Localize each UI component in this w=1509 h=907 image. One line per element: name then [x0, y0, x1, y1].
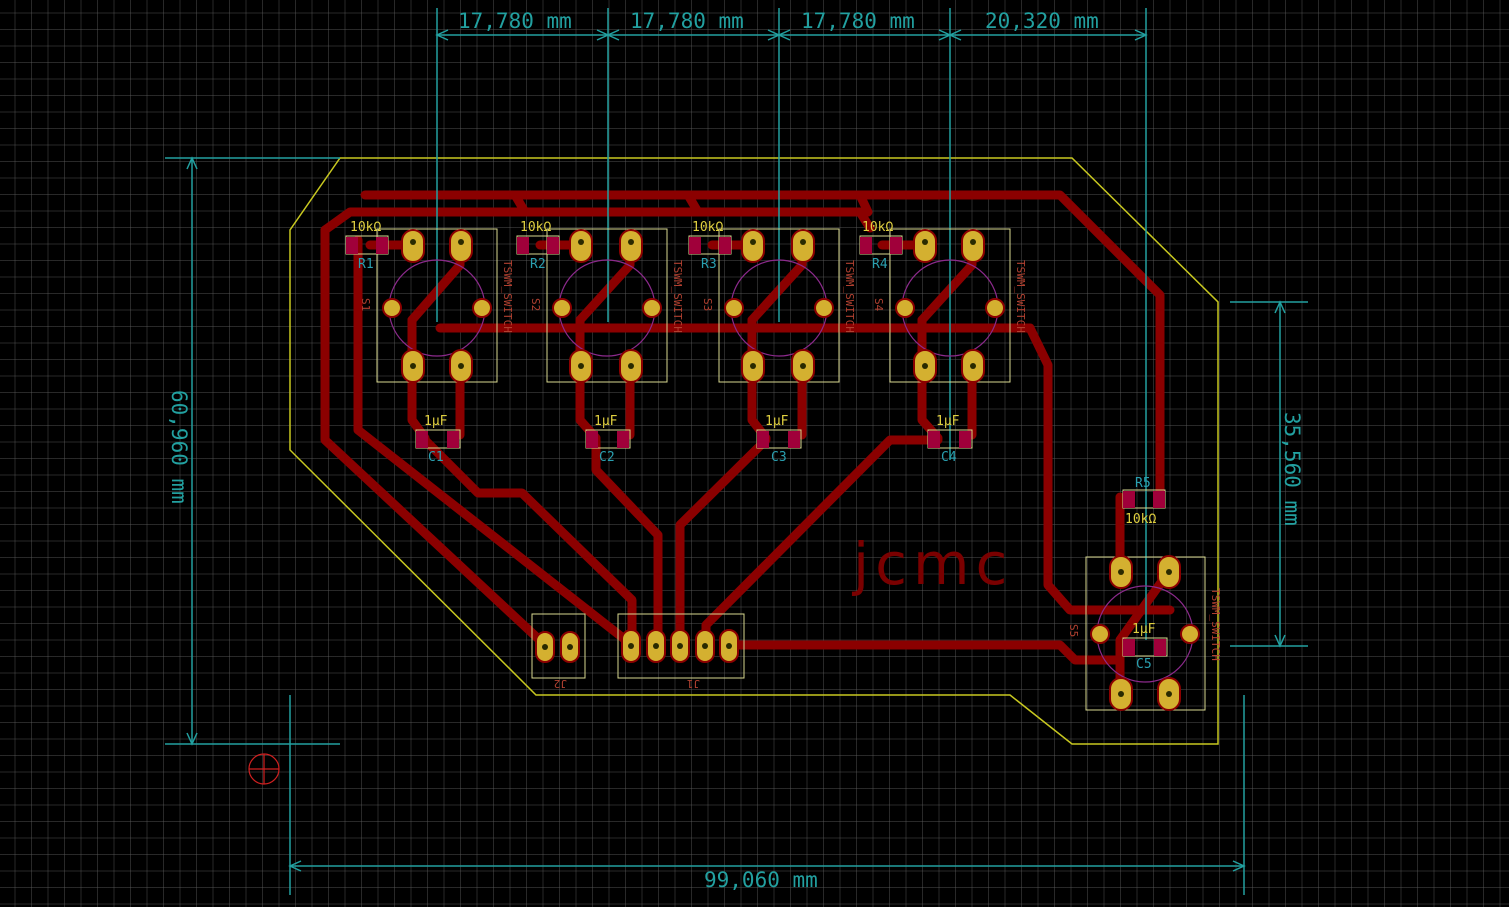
- dim-top-4: 20,320 mm: [985, 9, 1099, 33]
- resistor-r4-ref: R4: [872, 257, 888, 272]
- resistor-r2-ref: R2: [530, 257, 546, 272]
- capacitor-c3[interactable]: 1µF C3: [756, 414, 802, 465]
- switch-s2-ref: S2: [529, 298, 542, 311]
- dim-top-1: 17,780 mm: [458, 9, 572, 33]
- switch-s4-ref: S4: [872, 298, 885, 312]
- origin-marker-icon[interactable]: [248, 753, 280, 785]
- connector-j2-ref: J2: [554, 677, 567, 690]
- capacitor-c4-ref: C4: [941, 450, 957, 465]
- resistor-r2-value: 10kΩ: [520, 220, 551, 235]
- capacitor-c5-value: 1µF: [1132, 622, 1156, 637]
- logo-text: jcmc: [851, 530, 1013, 598]
- switch-s2-value: TSWM_SWITCH: [671, 260, 684, 333]
- switch-s3-value: TSWM_SWITCH: [843, 260, 856, 333]
- switch-s4-value: TSWM_SWITCH: [1014, 260, 1027, 333]
- switch-s3-ref: S3: [701, 298, 714, 311]
- capacitor-c2-ref: C2: [599, 450, 615, 465]
- dim-top-3: 17,780 mm: [801, 9, 915, 33]
- capacitor-c5-ref: C5: [1136, 657, 1152, 672]
- capacitor-c2-value: 1µF: [594, 414, 618, 429]
- switch-s5-value: TSWM_SWITCH: [1209, 588, 1222, 661]
- capacitor-c3-value: 1µF: [765, 414, 789, 429]
- pcb-layout[interactable]: 17,780 mm 17,780 mm 17,780 mm 20,320 mm …: [0, 0, 1509, 907]
- resistor-r1-ref: R1: [358, 257, 374, 272]
- resistor-r5-value: 10kΩ: [1125, 512, 1156, 527]
- capacitor-c4-value: 1µF: [936, 414, 960, 429]
- resistor-r4-value: 10kΩ: [862, 220, 893, 235]
- resistor-r1-value: 10kΩ: [350, 220, 381, 235]
- capacitor-c1[interactable]: 1µF C1: [415, 414, 461, 465]
- switch-s1-value: TSWM_SWITCH: [501, 260, 514, 333]
- dim-left: 60,960 mm: [167, 390, 191, 504]
- dim-top-2: 17,780 mm: [630, 9, 744, 33]
- dim-bottom: 99,060 mm: [704, 868, 818, 892]
- switch-s5-ref: S5: [1067, 624, 1080, 637]
- resistor-r3-value: 10kΩ: [692, 220, 723, 235]
- capacitor-c1-value: 1µF: [424, 414, 448, 429]
- dim-right: 35,560 mm: [1280, 412, 1304, 526]
- connector-j2[interactable]: J2: [531, 613, 586, 690]
- switch-s1-ref: S1: [359, 298, 372, 311]
- connector-j1-ref: J1: [687, 677, 700, 690]
- resistor-r5-ref: R5: [1135, 476, 1151, 491]
- resistor-r3-ref: R3: [701, 257, 717, 272]
- capacitor-c1-ref: C1: [428, 450, 444, 465]
- capacitor-c3-ref: C3: [771, 450, 787, 465]
